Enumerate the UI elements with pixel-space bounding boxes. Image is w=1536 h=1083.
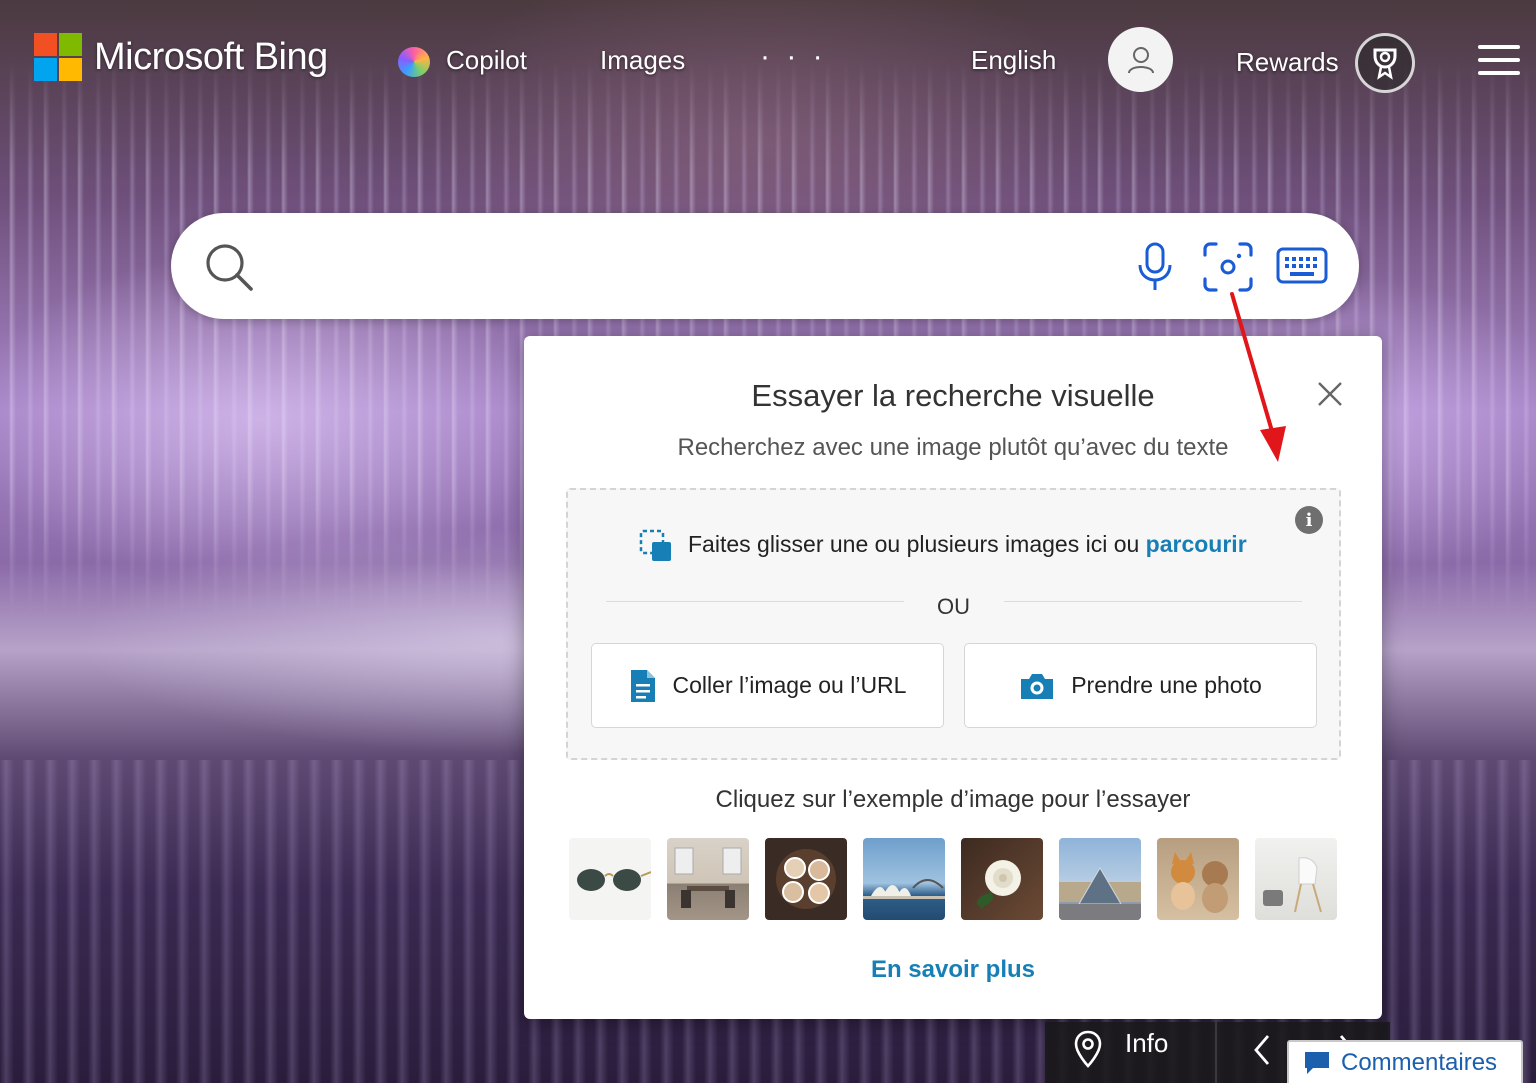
microsoft-logo-icon	[34, 33, 82, 81]
coffee-cups-icon	[776, 849, 836, 909]
copilot-icon	[398, 47, 430, 77]
or-separator: OU	[937, 594, 970, 619]
info-icon[interactable]: i	[1295, 506, 1323, 534]
example-sunglasses[interactable]	[569, 838, 651, 920]
trophy-shape	[1373, 48, 1397, 80]
brand-name: Microsoft Bing	[94, 35, 328, 78]
nav-images[interactable]: Images	[600, 45, 685, 76]
rewards-link[interactable]: Rewards	[1236, 47, 1339, 78]
header: Microsoft Bing Copilot Images · · · Engl…	[0, 0, 1536, 120]
visual-search-icon[interactable]	[1202, 241, 1254, 293]
take-photo-button[interactable]: Prendre une photo	[964, 643, 1317, 728]
drop-text: Faites glisser une ou plusieurs images i…	[688, 531, 1140, 557]
nav-copilot[interactable]: Copilot	[446, 45, 527, 76]
camera-icon	[1021, 673, 1054, 699]
learn-more-link[interactable]: En savoir plus	[524, 956, 1382, 984]
hamburger-menu-icon[interactable]	[1478, 45, 1520, 77]
keyboard-icon[interactable]	[1276, 246, 1328, 286]
red-arrow-annotation	[1230, 292, 1286, 462]
example-images	[569, 838, 1337, 920]
language-link[interactable]: English	[971, 45, 1056, 76]
location-pin-icon[interactable]	[1073, 1029, 1103, 1071]
opera-house-icon	[863, 879, 945, 899]
example-louvre-pyramid[interactable]	[1059, 838, 1141, 920]
browse-link[interactable]: parcourir	[1146, 531, 1247, 557]
feedback-icon	[1305, 1051, 1329, 1074]
microphone-icon[interactable]	[1135, 241, 1175, 293]
example-chair[interactable]	[1255, 838, 1337, 920]
example-dogs[interactable]	[1157, 838, 1239, 920]
example-white-rose[interactable]	[961, 838, 1043, 920]
info-label[interactable]: Info	[1125, 1028, 1168, 1059]
paste-image-url-button[interactable]: Coller l’image ou l’URL	[591, 643, 944, 728]
document-icon	[630, 669, 655, 702]
profile-button[interactable]	[1108, 27, 1173, 92]
bing-logo[interactable]: Microsoft Bing	[34, 33, 328, 81]
paste-button-label: Coller l’image ou l’URL	[672, 672, 907, 698]
pyramid-icon	[1059, 867, 1141, 920]
dogs-icon	[1171, 852, 1228, 913]
example-sydney-opera-house[interactable]	[863, 838, 945, 920]
rose-icon	[976, 860, 1021, 909]
drop-instructions: Faites glisser une ou plusieurs images i…	[688, 531, 1247, 558]
close-icon[interactable]	[1316, 380, 1344, 408]
feedback-label: Commentaires	[1341, 1048, 1498, 1076]
chair-icon	[1263, 857, 1322, 913]
info-separator	[1215, 1022, 1217, 1083]
divider-right	[1004, 601, 1302, 602]
search-input[interactable]	[271, 235, 1191, 297]
example-dining-room[interactable]	[667, 838, 749, 920]
more-menu-button[interactable]: · · ·	[760, 40, 827, 74]
photo-button-label: Prendre une photo	[1071, 672, 1262, 698]
example-coffee-cups[interactable]	[765, 838, 847, 920]
chevron-left-icon[interactable]	[1250, 1030, 1274, 1070]
search-icon[interactable]	[203, 241, 255, 293]
user-icon	[1127, 46, 1154, 73]
search-box	[171, 213, 1359, 319]
examples-title: Cliquez sur l’exemple d’image pour l’ess…	[715, 786, 1191, 813]
trophy-icon[interactable]	[1355, 33, 1415, 93]
sunglasses-icon	[577, 869, 651, 891]
dining-room-icon	[674, 847, 742, 908]
feedback-button[interactable]: Commentaires	[1287, 1040, 1523, 1083]
drag-drop-icon	[639, 529, 671, 561]
image-drop-zone[interactable]: Faites glisser une ou plusieurs images i…	[566, 488, 1341, 760]
